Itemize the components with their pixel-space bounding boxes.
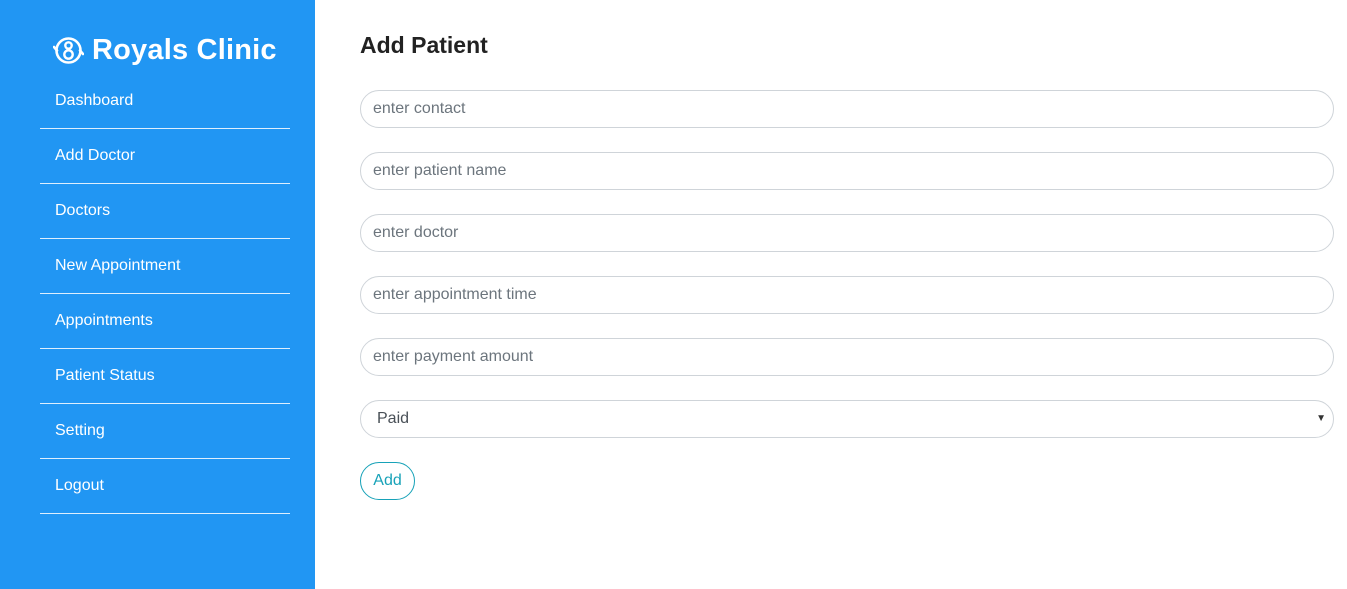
- doctor-input[interactable]: [360, 214, 1334, 252]
- sidebar-item-add-doctor[interactable]: Add Doctor: [40, 129, 290, 184]
- sidebar-item-logout[interactable]: Logout: [40, 459, 290, 514]
- sidebar: Royals Clinic Dashboard Add Doctor Docto…: [0, 0, 315, 589]
- appointment-time-input[interactable]: [360, 276, 1334, 314]
- sidebar-nav: Dashboard Add Doctor Doctors New Appoint…: [40, 74, 290, 514]
- contact-input[interactable]: [360, 90, 1334, 128]
- sidebar-item-appointments[interactable]: Appointments: [40, 294, 290, 349]
- payment-status-select[interactable]: Paid ▼: [360, 400, 1334, 438]
- payment-amount-input[interactable]: [360, 338, 1334, 376]
- clinic-logo-icon: [52, 35, 85, 66]
- payment-status-value: Paid: [360, 400, 1334, 438]
- caret-down-icon: ▼: [1316, 413, 1326, 424]
- add-button[interactable]: Add: [360, 462, 415, 500]
- patient-name-input[interactable]: [360, 152, 1334, 190]
- sidebar-item-doctors[interactable]: Doctors: [40, 184, 290, 239]
- brand[interactable]: Royals Clinic: [52, 30, 277, 70]
- page-title: Add Patient: [360, 32, 488, 58]
- brand-title: Royals Clinic: [92, 33, 277, 66]
- main-content: Add Patient Paid ▼ Add: [360, 0, 1334, 589]
- sidebar-item-patient-status[interactable]: Patient Status: [40, 349, 290, 404]
- sidebar-item-new-appointment[interactable]: New Appointment: [40, 239, 290, 294]
- sidebar-item-dashboard[interactable]: Dashboard: [40, 74, 290, 129]
- sidebar-item-setting[interactable]: Setting: [40, 404, 290, 459]
